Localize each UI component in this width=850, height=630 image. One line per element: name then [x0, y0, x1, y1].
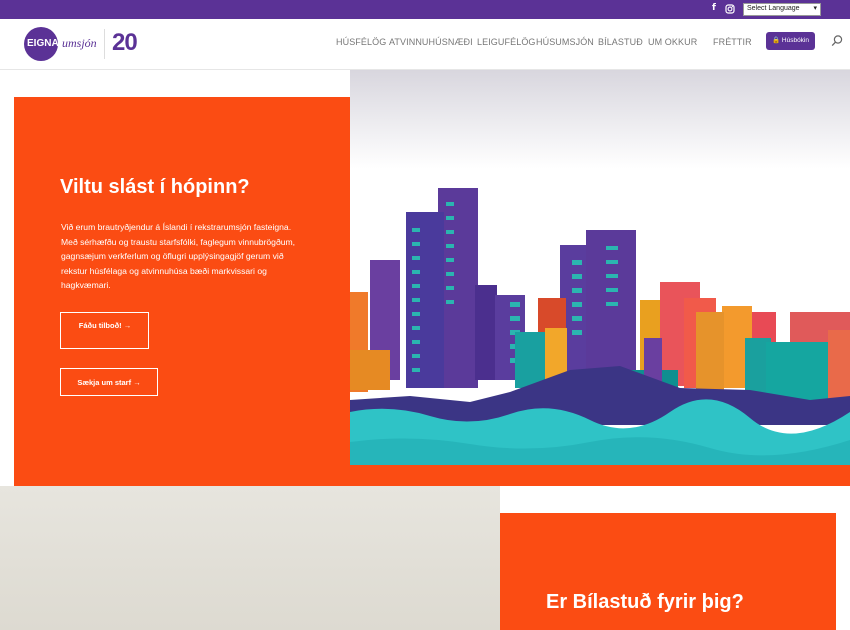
nav-item-bilastud[interactable]: BÍLASTUÐ: [598, 37, 643, 47]
top-bar: f Select Language ▾: [0, 0, 850, 19]
arrow-right-icon: →: [123, 321, 132, 330]
arrow-right-icon: →: [133, 378, 141, 387]
logo-main-text: EIGNA: [27, 38, 59, 49]
lower-image-placeholder: [0, 486, 500, 630]
nav-item-atvinnuhusnaedi[interactable]: ATVINNUHÚSNÆÐI: [389, 37, 473, 47]
language-select-value: Select Language: [747, 5, 800, 12]
hero-title: Viltu slást í hópinn?: [60, 176, 250, 198]
nav-item-husumsjon[interactable]: HÚSUMSJÓN: [536, 37, 594, 47]
search-icon[interactable]: [831, 34, 843, 48]
logo-divider: [104, 29, 105, 59]
instagram-icon[interactable]: [725, 4, 735, 14]
login-button[interactable]: 🔒 Húsbókin: [766, 32, 815, 50]
nav-item-leigufelog[interactable]: LEIGUFÉLÖG: [477, 37, 536, 47]
city-illustration: [350, 70, 850, 465]
language-select[interactable]: Select Language ▾: [743, 3, 821, 16]
anniversary-number: 20: [112, 29, 138, 56]
quote-button-label: Fáðu tilboð!: [78, 321, 122, 330]
login-button-label: Húsbókin: [781, 37, 809, 44]
site-header: EIGNA umsjón 20 HÚSFÉLÖG ATVINNUHÚSNÆÐI …: [0, 19, 850, 70]
hero-body-text: Við erum brautryðjendur á Íslandi í reks…: [61, 222, 296, 290]
apply-job-button[interactable]: Sækja um starf →: [60, 368, 158, 396]
nav-item-husfelog[interactable]: HÚSFÉLÖG: [336, 37, 386, 47]
apply-job-button-label: Sækja um starf: [77, 378, 132, 387]
lock-icon: 🔒: [771, 37, 781, 44]
nav-item-frettir[interactable]: FRÉTTIR: [713, 37, 752, 47]
facebook-icon[interactable]: f: [712, 3, 716, 13]
chevron-down-icon: ▾: [813, 5, 817, 12]
logo-script-text: umsjón: [62, 36, 97, 50]
quote-button[interactable]: Fáðu tilboð! →: [60, 312, 149, 349]
nav-item-um-okkur[interactable]: UM OKKUR: [648, 37, 697, 47]
hero-bottom-band: [14, 465, 850, 486]
bilastud-title: Er Bílastuð fyrir þig?: [546, 591, 744, 613]
